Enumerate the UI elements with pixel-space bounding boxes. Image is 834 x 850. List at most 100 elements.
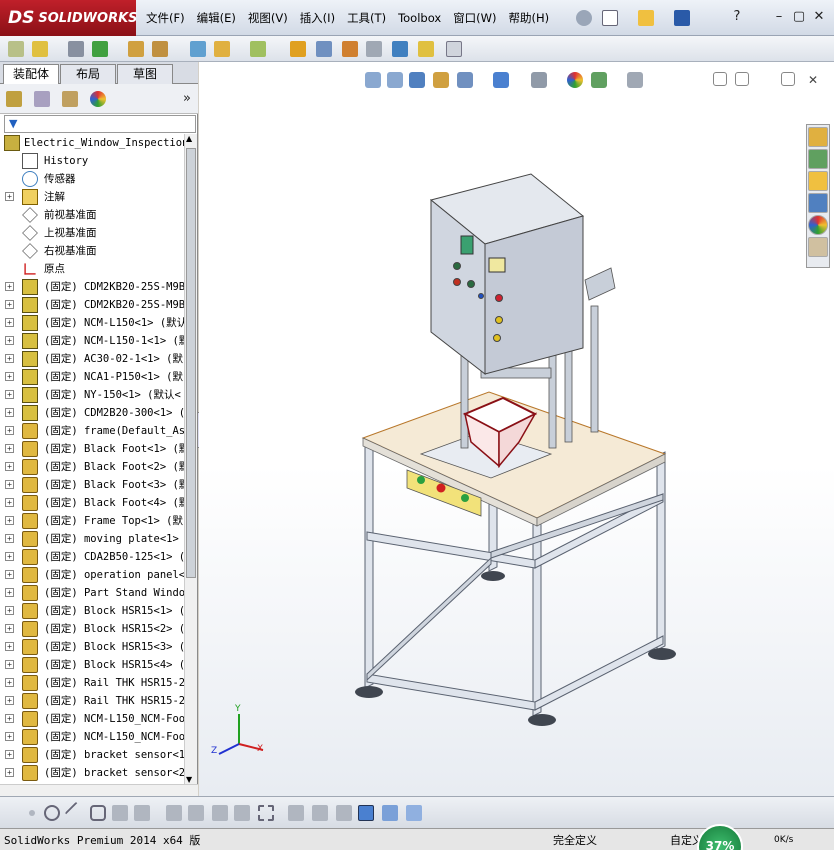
extend-icon[interactable] xyxy=(134,805,150,821)
tree-item[interactable]: 原点 xyxy=(0,260,184,278)
shaded-view-icon[interactable] xyxy=(358,805,374,821)
menu-edit[interactable]: 编辑(E) xyxy=(197,10,236,26)
expand-toggle[interactable]: + xyxy=(5,534,14,543)
expand-toggle[interactable]: + xyxy=(5,642,14,651)
tree-item[interactable]: + (固定) NCM-L150-1<1> (默 xyxy=(0,332,184,350)
expand-toggle[interactable]: + xyxy=(5,300,14,309)
assembly-tool-icon[interactable] xyxy=(8,41,24,57)
tree-item[interactable]: + (固定) NCM-L150_NCM-Foo xyxy=(0,728,184,746)
expand-toggle[interactable]: + xyxy=(5,390,14,399)
new-document-icon[interactable] xyxy=(602,10,618,26)
tree-item[interactable]: + 注解 xyxy=(0,188,184,206)
tree-item[interactable]: 右视基准面 xyxy=(0,242,184,260)
expand-toggle[interactable]: + xyxy=(5,498,14,507)
tree-item[interactable]: + (固定) operation panel< xyxy=(0,566,184,584)
solidworks-resources-icon[interactable] xyxy=(808,127,828,147)
tree-item[interactable]: + (固定) NY-150<1> (默认< xyxy=(0,386,184,404)
expand-toggle[interactable]: + xyxy=(5,408,14,417)
tree-item[interactable]: + (固定) frame(Default_As xyxy=(0,422,184,440)
expand-toggle[interactable]: + xyxy=(5,714,14,723)
save-icon[interactable] xyxy=(674,10,690,26)
polygon-icon[interactable] xyxy=(90,805,106,821)
paperclip-icon[interactable] xyxy=(68,41,84,57)
menu-insert[interactable]: 插入(I) xyxy=(300,10,335,26)
expand-toggle[interactable]: + xyxy=(5,606,14,615)
tree-item[interactable]: + (固定) CDA2B50-125<1> ( xyxy=(0,548,184,566)
expand-toggle[interactable]: + xyxy=(5,624,14,633)
tree-filter[interactable]: ▼ xyxy=(4,115,196,133)
expand-toggle[interactable]: + xyxy=(5,660,14,669)
solidworks-logo[interactable]: DS SOLIDWORKS xyxy=(0,0,138,36)
circle-icon[interactable] xyxy=(44,805,60,821)
expand-toggle[interactable]: + xyxy=(5,552,14,561)
tree-item[interactable]: + (固定) NCM-L150_NCM-Foo xyxy=(0,710,184,728)
show-hidden-icon[interactable] xyxy=(214,41,230,57)
tree-horizontal-scrollbar[interactable] xyxy=(0,784,198,796)
tree-item[interactable]: + (固定) CDM2KB20-25S-M9B xyxy=(0,278,184,296)
expand-toggle[interactable]: + xyxy=(5,372,14,381)
tree-item[interactable]: + (固定) Block HSR15<1> ( xyxy=(0,602,184,620)
file-explorer-icon[interactable] xyxy=(808,171,828,191)
expand-toggle[interactable]: + xyxy=(5,516,14,525)
wireframe-icon[interactable] xyxy=(406,805,422,821)
machine-3d-model[interactable] xyxy=(199,62,834,796)
menu-window[interactable]: 窗口(W) xyxy=(453,10,496,26)
chamfer-icon[interactable] xyxy=(234,805,250,821)
menu-help[interactable]: 帮助(H) xyxy=(509,10,550,26)
speedpak-icon[interactable] xyxy=(446,41,462,57)
expand-toggle[interactable]: + xyxy=(5,588,14,597)
expand-panel-icon[interactable]: » xyxy=(178,90,196,108)
menu-file[interactable]: 文件(F) xyxy=(146,10,185,26)
close-icon[interactable]: ✕ xyxy=(810,8,828,26)
tree-item[interactable]: + (固定) Rail THK HSR15-2 xyxy=(0,674,184,692)
assembly-features-icon[interactable] xyxy=(250,41,266,57)
view-palette-icon[interactable] xyxy=(808,193,828,213)
mate-icon[interactable] xyxy=(92,41,108,57)
tree-vertical-scrollbar[interactable]: ▲ ▼ xyxy=(184,134,197,784)
bill-of-materials-icon[interactable] xyxy=(342,41,358,57)
tree-item[interactable]: History xyxy=(0,152,184,170)
tree-item[interactable]: + (固定) Block HSR15<3> ( xyxy=(0,638,184,656)
pin-icon[interactable] xyxy=(576,10,592,26)
tree-item[interactable]: + (固定) CDM2B20-300<1> ( xyxy=(0,404,184,422)
tree-item[interactable]: + (固定) NCA1-P150<1> (默 xyxy=(0,368,184,386)
expand-toggle[interactable]: + xyxy=(5,192,14,201)
expand-toggle[interactable]: + xyxy=(5,480,14,489)
tab-sketch[interactable]: 草图 xyxy=(117,64,173,84)
expand-toggle[interactable]: + xyxy=(5,462,14,471)
tree-item[interactable]: + (固定) Block HSR15<4> ( xyxy=(0,656,184,674)
move-component-icon[interactable] xyxy=(190,41,206,57)
restore-icon[interactable]: ▢ xyxy=(790,8,808,26)
tree-item[interactable]: + (固定) Black Foot<4> (默 xyxy=(0,494,184,512)
pattern-icon[interactable] xyxy=(128,41,144,57)
grid-icon[interactable] xyxy=(312,805,328,821)
expand-toggle[interactable]: + xyxy=(5,318,14,327)
appearances-icon[interactable] xyxy=(808,215,828,235)
custom-properties-icon[interactable] xyxy=(808,237,828,257)
design-library-icon[interactable] xyxy=(808,149,828,169)
tree-item[interactable]: + (固定) moving plate<1> xyxy=(0,530,184,548)
tree-item[interactable]: + (固定) Black Foot<1> (默 xyxy=(0,440,184,458)
menu-view[interactable]: 视图(V) xyxy=(248,10,288,26)
tree-item[interactable]: + (固定) CDM2KB20-25S-M9B xyxy=(0,296,184,314)
tree-item[interactable]: 传感器 xyxy=(0,170,184,188)
rectangle-icon[interactable] xyxy=(258,805,274,821)
smart-fastener-icon[interactable] xyxy=(152,41,168,57)
hidden-lines-icon[interactable] xyxy=(382,805,398,821)
interference-icon[interactable] xyxy=(392,41,408,57)
insert-component-icon[interactable] xyxy=(32,41,48,57)
expand-toggle[interactable]: + xyxy=(5,750,14,759)
expand-toggle[interactable]: + xyxy=(5,336,14,345)
tree-item[interactable]: + (固定) bracket sensor<2 xyxy=(0,764,184,782)
instant3d-icon[interactable] xyxy=(418,41,434,57)
tree-item[interactable]: + (固定) Frame Top<1> (默 xyxy=(0,512,184,530)
line-icon[interactable] xyxy=(64,801,88,825)
tree-item[interactable]: + (固定) Rail THK HSR15-2 xyxy=(0,692,184,710)
exploded-view-icon[interactable] xyxy=(366,41,382,57)
configuration-manager-icon[interactable] xyxy=(62,91,78,107)
tree-item[interactable]: + (固定) Black Foot<3> (默 xyxy=(0,476,184,494)
tree-item[interactable]: + (固定) Part Stand Windo xyxy=(0,584,184,602)
menu-tools[interactable]: 工具(T) xyxy=(347,10,386,26)
feature-manager-icon[interactable] xyxy=(6,91,22,107)
tree-item[interactable]: + (固定) bracket sensor<1 xyxy=(0,746,184,764)
